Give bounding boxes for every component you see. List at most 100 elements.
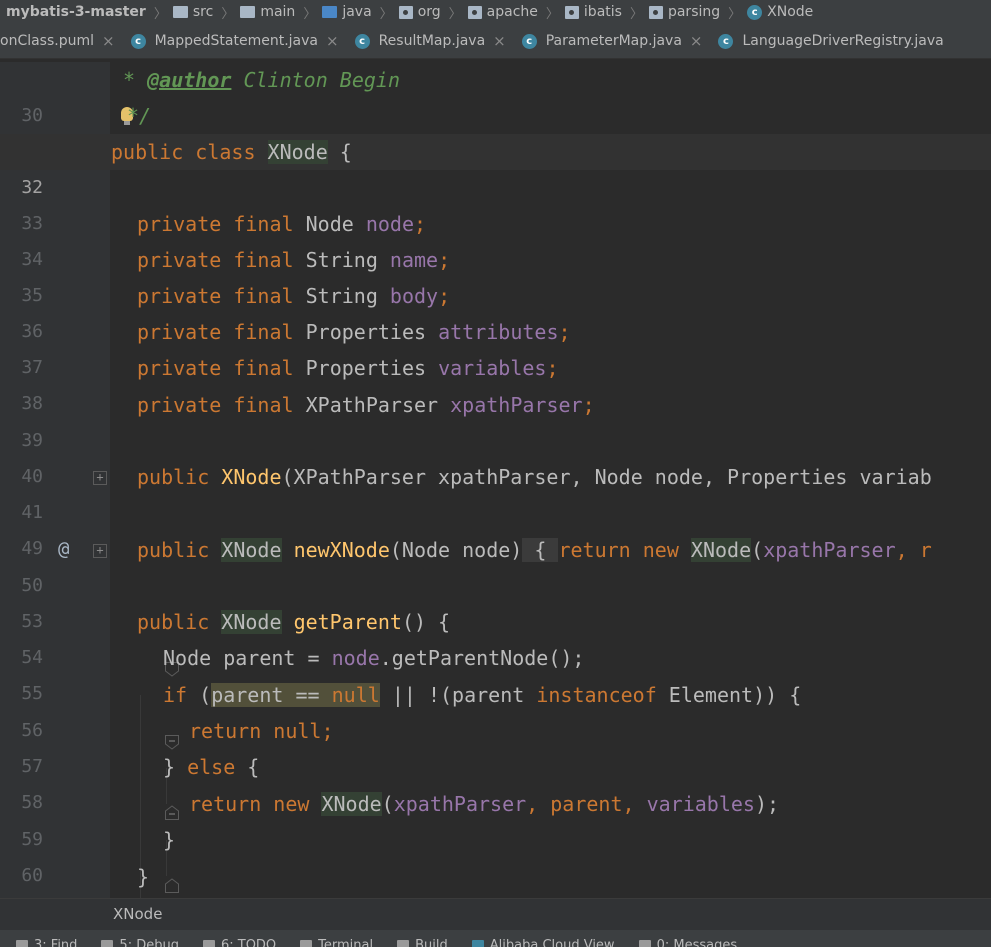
breadcrumb-src[interactable]: src <box>172 4 217 20</box>
paren: ); <box>754 792 780 816</box>
fold-expand-icon[interactable]: + <box>93 471 107 485</box>
fold-expand-icon[interactable]: + <box>93 544 107 558</box>
semicolon: ; <box>321 719 334 743</box>
semicolon: ; <box>414 212 427 236</box>
tool-terminal[interactable]: Terminal <box>300 933 373 947</box>
code-line[interactable]: 58 } else { <box>0 749 991 820</box>
javadoc-tag: @author <box>147 68 232 92</box>
constructor-name: XNode <box>221 465 282 489</box>
class-icon: c <box>521 33 537 49</box>
breadcrumb-apache[interactable]: apache <box>467 4 542 20</box>
code-line[interactable]: 35 private final String name; <box>0 242 991 306</box>
code-text: * @author Clinton Begin <box>111 62 400 98</box>
highlighted-expression: parent == <box>211 683 332 707</box>
tab-resultmap[interactable]: c ResultMap.java × <box>347 24 514 58</box>
breadcrumb-xnode[interactable]: c XNode <box>747 4 817 20</box>
code-text: return new XNode(xpathParser, parent, va… <box>189 786 779 822</box>
keyword: return new <box>189 792 322 816</box>
type-name: Properties <box>305 320 427 344</box>
code-line[interactable]: 60 } <box>0 822 991 893</box>
folded-brace[interactable]: { <box>522 538 559 562</box>
code-line[interactable]: 49 <box>0 495 991 559</box>
keyword: public class <box>111 140 268 164</box>
keyword: return null <box>189 719 322 743</box>
folder-icon <box>322 6 338 18</box>
breadcrumb-org[interactable]: org <box>398 4 445 20</box>
tool-find[interactable]: 3: Find <box>16 933 77 947</box>
field-name: variables <box>646 792 755 816</box>
tool-alibaba-cloud-view[interactable]: Alibaba Cloud View <box>471 933 615 947</box>
breadcrumb-ibatis[interactable]: ibatis <box>564 4 626 20</box>
code-line[interactable]: 56 if (parent == null || !(parent instan… <box>0 677 991 750</box>
breadcrumb-main[interactable]: main <box>240 4 299 20</box>
code-line[interactable]: 53 <box>0 568 991 632</box>
parameters: (Node node) <box>389 538 523 562</box>
breadcrumb-parsing[interactable]: parsing <box>648 4 724 20</box>
statement: .getParentNode(); <box>379 646 585 670</box>
fold-end-icon[interactable] <box>93 108 180 169</box>
code-line[interactable]: 41 @ + public XNode(XPathParser xpathPar… <box>0 459 991 560</box>
code-line-current[interactable]: 32 public class XNode { <box>0 134 991 198</box>
code-line[interactable]: 55 Node parent = node.getParentNode(); <box>0 640 991 704</box>
close-icon[interactable]: × <box>102 32 115 50</box>
statement: || !(parent <box>379 683 537 707</box>
tool-build[interactable]: Build <box>397 933 448 947</box>
todo-icon <box>202 939 215 947</box>
fold-collapse-icon[interactable] <box>93 616 180 677</box>
class-icon: c <box>718 33 734 49</box>
brace: { <box>235 755 260 779</box>
tab-label: ParameterMap.java <box>545 33 682 49</box>
close-icon[interactable]: × <box>493 32 506 50</box>
tab-parametermap[interactable]: c ParameterMap.java × <box>514 24 711 58</box>
code-line[interactable]: 36 private final String body; <box>0 278 991 342</box>
tab-mappedstatement[interactable]: c MappedStatement.java × <box>123 24 347 58</box>
code-line[interactable]: 37 private final Properties attributes; <box>0 314 991 378</box>
tool-label: 0: Messages <box>656 937 738 947</box>
class-icon: c <box>130 33 146 49</box>
tool-todo[interactable]: 6: TODO <box>202 933 276 947</box>
code-line[interactable]: 33 <box>0 170 991 234</box>
breadcrumb-project[interactable]: mybatis-3-master <box>6 4 150 20</box>
semicolon: ; <box>438 248 451 272</box>
code-line[interactable]: 31 */ <box>0 98 991 169</box>
brace: } <box>137 865 150 889</box>
fold-end-icon[interactable] <box>93 832 180 893</box>
fold-end-icon[interactable] <box>93 869 107 884</box>
code-line[interactable]: 59 return new XNode(xpathParser, parent,… <box>0 786 991 850</box>
tool-messages[interactable]: 0: Messages <box>638 933 738 947</box>
breadcrumb-java[interactable]: java <box>322 4 375 20</box>
statement: Node parent = <box>163 646 332 670</box>
code-line[interactable]: 39 private final XPathParser xpathParser… <box>0 387 991 451</box>
code-text: } else { <box>163 749 259 785</box>
code-line[interactable]: 54 public XNode getParent() { <box>0 604 991 677</box>
editor-breadcrumb[interactable]: XNode <box>0 898 991 930</box>
package-icon <box>648 5 663 19</box>
semicolon: ; <box>546 356 559 380</box>
code-text: } <box>137 859 149 895</box>
code-line[interactable]: 61 } <box>0 859 991 895</box>
fold-collapse-icon[interactable] <box>93 689 180 750</box>
fold-end-icon[interactable] <box>93 759 180 820</box>
close-icon[interactable]: × <box>690 32 703 50</box>
type-name: String <box>305 284 378 308</box>
code-line[interactable]: 40 <box>0 423 991 487</box>
code-editor[interactable]: 30 * @author Clinton Begin 31 */ 32 publ… <box>0 62 991 898</box>
field-name: name <box>389 248 439 272</box>
code-line[interactable]: 57 return null; <box>0 713 991 777</box>
tool-debug[interactable]: 5: Debug <box>101 933 179 947</box>
breadcrumb-apache-label: apache <box>486 4 538 20</box>
class-icon: c <box>747 4 763 20</box>
field-name: xpathParser <box>393 792 527 816</box>
keyword: else <box>187 755 236 779</box>
code-text: private final XPathParser xpathParser; <box>137 387 595 423</box>
tab-languagedriverregistry[interactable]: c LanguageDriverRegistry.java <box>710 24 951 58</box>
chevron-right-icon: 〉 <box>153 6 167 22</box>
breadcrumb-xnode-label: XNode <box>767 4 814 20</box>
code-line[interactable]: 38 private final Properties variables; <box>0 350 991 414</box>
code-line[interactable]: 30 * @author Clinton Begin <box>0 62 991 126</box>
tab-onclass-puml[interactable]: onClass.puml × <box>0 24 123 58</box>
code-line[interactable]: 50 + public XNode newXNode(Node node) { … <box>0 532 991 596</box>
code-line[interactable]: 34 private final Node node; <box>0 206 991 270</box>
close-icon[interactable]: × <box>326 32 339 50</box>
tool-label: 3: Find <box>34 937 78 947</box>
